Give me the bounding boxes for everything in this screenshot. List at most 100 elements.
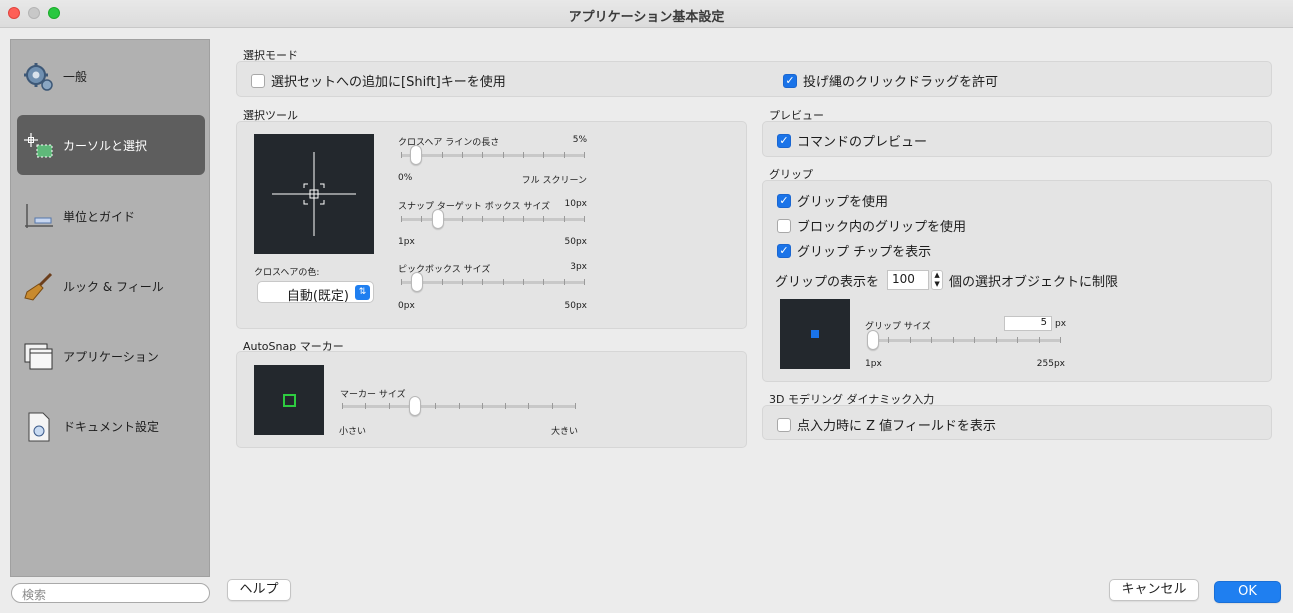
sidebar-item-label: ドキュメント設定 — [63, 420, 160, 434]
slider-max-label: 50px — [564, 237, 588, 247]
slider-max-label: 大きい — [550, 427, 578, 437]
slider-track[interactable] — [401, 154, 585, 157]
slider-tick — [584, 279, 585, 285]
sidebar-item-application[interactable]: アプリケーション — [17, 326, 205, 386]
slider-tick — [523, 216, 524, 222]
crosshair-icon — [272, 152, 356, 236]
slider-tick — [482, 152, 483, 158]
slider-tick — [575, 403, 576, 409]
slider-tick — [584, 216, 585, 222]
grip-size-input[interactable]: 5 — [1004, 316, 1052, 331]
slider-tick — [459, 403, 460, 409]
slider-tick — [401, 279, 402, 285]
sidebar-item-label: アプリケーション — [63, 350, 159, 364]
slider-tick — [953, 337, 954, 343]
brush-icon — [24, 272, 53, 301]
grip-tips-checkbox[interactable]: ✓ グリップ チップを表示 — [777, 241, 931, 260]
slider-tick — [523, 152, 524, 158]
preview-group: ✓ コマンドのプレビュー — [762, 121, 1272, 157]
slider-track[interactable] — [401, 218, 585, 221]
select-value: 自動(既定) — [286, 289, 349, 304]
grip-limit-suffix: 個の選択オブジェクトに制限 — [949, 274, 1119, 290]
sidebar-item-general[interactable]: 一般 — [17, 46, 205, 106]
sidebar-item-look-feel[interactable]: ルック & フィール — [17, 256, 205, 316]
slider-track[interactable] — [867, 339, 1061, 342]
sidebar-item-label: 単位とガイド — [63, 210, 136, 224]
slider-thumb[interactable] — [867, 330, 879, 350]
z-field-checkbox[interactable]: 点入力時に Z 値フィールドを表示 — [777, 415, 996, 434]
grip-limit-prefix: グリップの表示を — [775, 274, 880, 290]
slider-tick — [523, 279, 524, 285]
grip-limit-input[interactable]: 100 — [887, 270, 930, 290]
search-input[interactable]: 検索 — [11, 583, 210, 603]
command-preview-checkbox[interactable]: ✓ コマンドのプレビュー — [777, 131, 927, 150]
slider-tick — [584, 152, 585, 158]
shift-add-checkbox[interactable]: 選択セットへの追加に[Shift]キーを使用 — [251, 71, 506, 90]
slider-thumb[interactable] — [411, 272, 424, 292]
checkbox-label: グリップ チップを表示 — [797, 245, 932, 260]
checkbox-box[interactable]: ✓ — [777, 133, 791, 148]
checkbox-box[interactable] — [251, 73, 265, 88]
slider-thumb[interactable] — [431, 209, 444, 229]
slider-tick — [462, 152, 463, 158]
checkbox-box[interactable] — [777, 417, 791, 432]
slider-tick — [974, 337, 975, 343]
crosshair-color-select[interactable]: 自動(既定) ⇅ — [257, 281, 374, 304]
ok-button[interactable]: OK — [1214, 581, 1281, 603]
slider-tick — [543, 279, 544, 285]
slider-tick — [564, 279, 565, 285]
slider-tick — [503, 216, 504, 222]
sidebar-item-units-guides[interactable]: 単位とガイド — [17, 186, 205, 246]
slider-tick — [462, 216, 463, 222]
slider-tick — [462, 279, 463, 285]
pickbox-value: 3px — [570, 262, 587, 272]
slider-tick — [342, 403, 343, 409]
checkbox-label: 選択セットへの追加に[Shift]キーを使用 — [271, 75, 506, 90]
slider-tick — [1060, 337, 1061, 343]
grip-preview — [780, 299, 850, 369]
sidebar-item-document-settings[interactable]: ドキュメント設定 — [17, 396, 205, 456]
selection-mode-group: 選択セットへの追加に[Shift]キーを使用 ✓ 投げ縄のクリックドラッグを許可 — [236, 61, 1272, 97]
slider-tick — [910, 337, 911, 343]
snap-box-label: スナップ ターゲット ボックス サイズ — [398, 202, 551, 212]
checkbox-label: コマンドのプレビュー — [797, 135, 928, 150]
slider-thumb[interactable] — [409, 145, 422, 165]
slider-track[interactable] — [401, 281, 585, 284]
slider-min-label: 1px — [398, 237, 415, 247]
checkbox-label: 点入力時に Z 値フィールドを表示 — [797, 419, 996, 434]
ruler-icon — [25, 204, 53, 228]
slider-tick — [401, 216, 402, 222]
slider-tick — [389, 403, 390, 409]
cursor-selection-icon — [24, 133, 53, 158]
slider-tick — [505, 403, 506, 409]
slider-tick — [442, 279, 443, 285]
checkbox-box[interactable]: ✓ — [777, 193, 791, 208]
slider-thumb[interactable] — [408, 396, 421, 416]
slider-tick — [564, 152, 565, 158]
use-grips-checkbox[interactable]: ✓ グリップを使用 — [777, 191, 888, 210]
slider-tick — [482, 279, 483, 285]
marker-size-label: マーカー サイズ — [340, 390, 406, 400]
slider-tick — [442, 152, 443, 158]
slider-max-label: フル スクリーン — [521, 176, 587, 186]
checkbox-box[interactable] — [777, 218, 791, 233]
slider-tick — [482, 216, 483, 222]
slider-tick — [401, 152, 402, 158]
stepper-icon[interactable]: ▲ ▼ — [931, 270, 944, 290]
slider-tick — [503, 152, 504, 158]
checkbox-label: グリップを使用 — [797, 195, 889, 210]
help-button[interactable]: ヘルプ — [227, 579, 291, 601]
sidebar-item-cursor-selection[interactable]: カーソルと選択 — [17, 115, 205, 175]
sidebar: 一般 カーソルと選択 単位とガイド ルック & フィール アプリケーション ドキ… — [10, 39, 210, 577]
slider-max-label: 255px — [1036, 359, 1065, 369]
checkbox-box[interactable]: ✓ — [777, 243, 791, 258]
checkbox-box[interactable]: ✓ — [783, 73, 797, 88]
slider-tick — [365, 403, 366, 409]
window-title: アプリケーション基本設定 — [568, 10, 725, 25]
block-grips-checkbox[interactable]: ブロック内のグリップを使用 — [777, 216, 966, 235]
document-icon — [28, 412, 50, 442]
chevron-updown-icon: ⇅ — [355, 285, 370, 300]
lasso-checkbox[interactable]: ✓ 投げ縄のクリックドラッグを許可 — [783, 71, 998, 90]
slider-tick — [888, 337, 889, 343]
cancel-button[interactable]: キャンセル — [1109, 579, 1199, 601]
